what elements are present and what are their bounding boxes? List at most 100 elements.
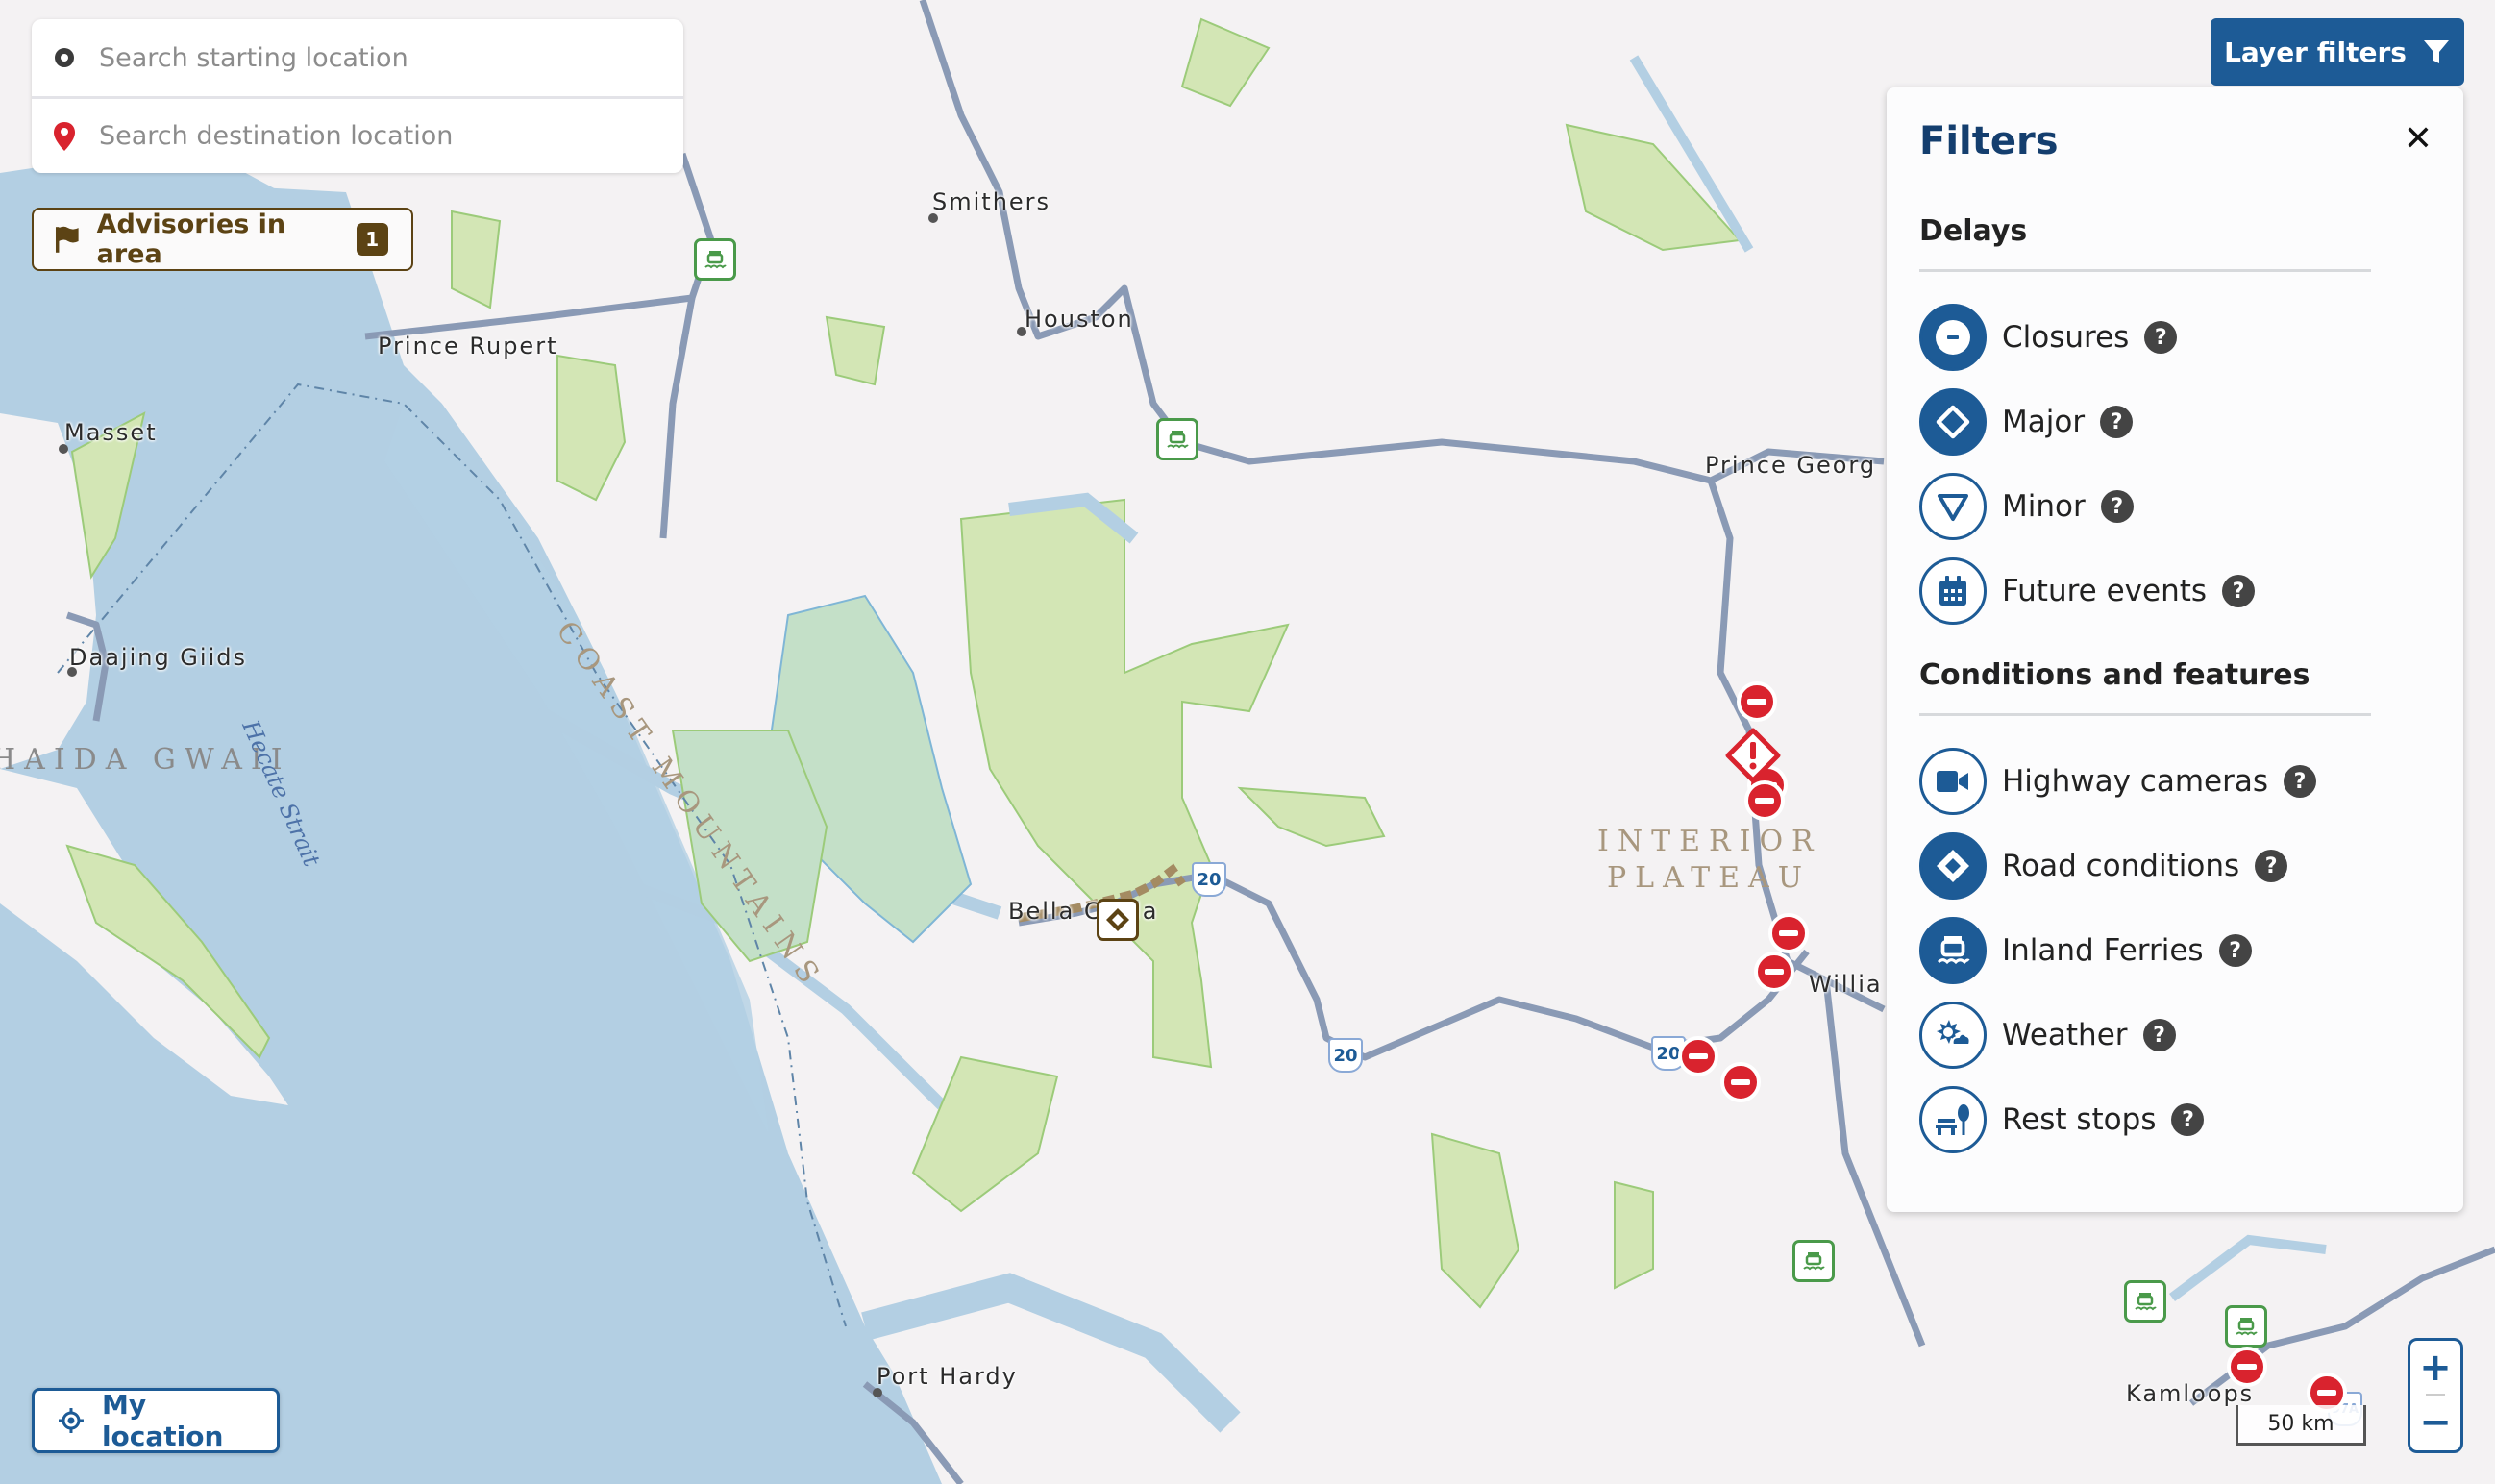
destination-location-input[interactable]: [97, 120, 639, 152]
road-condition-marker[interactable]: [1097, 899, 1139, 941]
filter-toggle-weather[interactable]: [1919, 1002, 1987, 1069]
place-label-kamloops: Kamloops: [2126, 1380, 2255, 1407]
filter-label: Highway cameras: [2002, 764, 2269, 799]
filter-label: Inland Ferries: [2002, 933, 2204, 968]
major-delay-diamond-icon: [1936, 405, 1970, 439]
filter-weather[interactable]: Weather ?: [1919, 1001, 2434, 1070]
region-label-plateau: PLATEAU: [1607, 861, 1811, 895]
filter-toggle-closures[interactable]: [1919, 304, 1987, 371]
filter-label: Minor: [2002, 489, 2086, 524]
closure-marker[interactable]: [1737, 681, 1777, 722]
filter-label: Road conditions: [2002, 849, 2240, 883]
place-dot: [873, 1388, 882, 1397]
location-crosshair-icon: [58, 1408, 84, 1433]
filter-toggle-road-conditions[interactable]: [1919, 832, 1987, 900]
my-location-button[interactable]: My location: [32, 1388, 280, 1453]
help-icon[interactable]: ?: [2218, 934, 2252, 967]
highway-shield: 20: [1192, 862, 1226, 897]
place-label-prince-rupert: Prince Rupert: [378, 333, 558, 359]
help-icon[interactable]: ?: [2222, 575, 2256, 607]
closure-icon: [1936, 320, 1970, 355]
place-dot: [59, 444, 68, 454]
minus-icon: −: [2419, 1399, 2452, 1445]
closure-marker[interactable]: [1678, 1036, 1718, 1076]
ferry-marker[interactable]: [1792, 1240, 1835, 1282]
funnel-filter-icon: [2423, 40, 2449, 63]
ferry-icon: [1167, 431, 1189, 449]
region-label-interior: INTERIOR: [1597, 825, 1822, 858]
filter-label: Future events: [2002, 574, 2208, 608]
flag-icon: [55, 226, 79, 253]
filter-rest-stops[interactable]: Rest stops ?: [1919, 1085, 2434, 1154]
filter-road-conditions[interactable]: Road conditions ?: [1919, 831, 2434, 901]
ferry-marker[interactable]: [2225, 1305, 2267, 1348]
filter-future-events[interactable]: Future events ?: [1919, 556, 2434, 626]
close-icon: ✕: [2403, 119, 2433, 159]
place-label-smithers: Smithers: [932, 188, 1051, 215]
start-location-input[interactable]: [97, 41, 639, 74]
closure-marker[interactable]: [1768, 913, 1809, 953]
my-location-label: My location: [101, 1389, 224, 1452]
help-icon[interactable]: ?: [2255, 850, 2288, 882]
layer-filters-button[interactable]: Layer filters: [2211, 18, 2464, 86]
place-label-williams-lake: Willia: [1809, 971, 1883, 998]
filter-toggle-rest-stops[interactable]: [1919, 1086, 1987, 1153]
ferry-icon: [704, 251, 727, 269]
weather-sun-cloud-icon: [1937, 1020, 1971, 1046]
close-filters-button[interactable]: ✕: [2404, 120, 2433, 159]
filter-major[interactable]: Major ?: [1919, 387, 2434, 457]
start-point-icon: [55, 48, 74, 67]
help-icon[interactable]: ?: [2100, 490, 2134, 523]
zoom-in-button[interactable]: +: [2410, 1341, 2460, 1394]
place-dot: [67, 667, 77, 677]
route-search-box: [32, 19, 683, 173]
ferry-icon: [2236, 1318, 2258, 1336]
ferry-marker[interactable]: [2124, 1280, 2166, 1323]
filter-toggle-future-events[interactable]: [1919, 557, 1987, 625]
filter-closures[interactable]: Closures ?: [1919, 303, 2434, 372]
video-camera-icon: [1937, 771, 1968, 792]
closure-marker[interactable]: [2227, 1347, 2267, 1387]
help-icon[interactable]: ?: [2142, 1019, 2176, 1051]
place-label-prince-george: Prince Georg: [1705, 452, 1877, 479]
closure-marker[interactable]: [1754, 952, 1794, 992]
help-icon[interactable]: ?: [2171, 1103, 2205, 1136]
filter-label: Major: [2002, 405, 2086, 439]
advisories-in-area-button[interactable]: Advisories in area 1: [32, 208, 413, 271]
road-conditions-diamond-icon: [1106, 908, 1129, 931]
help-icon[interactable]: ?: [2144, 321, 2178, 354]
zoom-out-button[interactable]: −: [2410, 1396, 2460, 1448]
filter-toggle-major[interactable]: [1919, 388, 1987, 456]
ferry-marker[interactable]: [694, 238, 736, 281]
help-icon[interactable]: ?: [2284, 765, 2317, 798]
filter-label: Rest stops: [2002, 1102, 2157, 1137]
help-icon[interactable]: ?: [2100, 406, 2134, 438]
major-delay-warning-marker[interactable]: [1724, 727, 1782, 784]
start-location-row: [32, 19, 683, 96]
calendar-icon: [1939, 576, 1966, 606]
filter-label: Weather: [2002, 1018, 2128, 1052]
place-label-masset: Masset: [64, 419, 158, 446]
filter-toggle-inland-ferries[interactable]: [1919, 917, 1987, 984]
zoom-controls: + −: [2408, 1338, 2463, 1453]
ferry-marker[interactable]: [1156, 418, 1198, 460]
filter-highway-cameras[interactable]: Highway cameras ?: [1919, 747, 2434, 816]
divider: [1919, 269, 2371, 272]
filter-toggle-highway-cameras[interactable]: [1919, 748, 1987, 815]
divider: [1919, 713, 2371, 716]
layer-filters-label: Layer filters: [2224, 36, 2407, 68]
minor-delay-triangle-icon: [1938, 494, 1968, 521]
closure-marker[interactable]: [1744, 780, 1785, 821]
filter-minor[interactable]: Minor ?: [1919, 472, 2434, 541]
conditions-section-title: Conditions and features: [1919, 658, 2310, 692]
filter-inland-ferries[interactable]: Inland Ferries ?: [1919, 916, 2434, 985]
closure-marker[interactable]: [1720, 1062, 1761, 1102]
rest-stop-bench-tree-icon: [1936, 1104, 1969, 1135]
ferry-icon: [1803, 1252, 1825, 1271]
ferry-icon: [1937, 936, 1970, 965]
ferry-icon: [2135, 1293, 2157, 1311]
place-dot: [1017, 327, 1026, 336]
filter-toggle-minor[interactable]: [1919, 473, 1987, 540]
scale-bar: 50 km: [2236, 1405, 2366, 1446]
place-dot: [928, 213, 938, 223]
